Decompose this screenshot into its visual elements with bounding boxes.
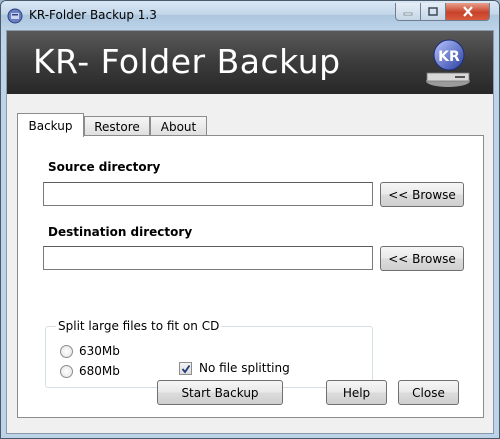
source-directory-label: Source directory — [48, 160, 161, 174]
close-window-button[interactable] — [445, 3, 490, 21]
minimize-icon — [403, 12, 413, 15]
disk-logo-icon: KR — [426, 39, 470, 87]
source-directory-input[interactable] — [43, 182, 373, 206]
tab-backup-label: Backup — [28, 118, 73, 133]
no-file-splitting-checkbox[interactable] — [179, 362, 192, 375]
tab-restore-label: Restore — [94, 119, 140, 134]
header-banner: KR- Folder Backup KR — [7, 31, 493, 94]
maximize-button[interactable] — [420, 3, 446, 21]
checkmark-icon — [181, 364, 190, 373]
source-browse-button[interactable]: << Browse — [380, 182, 464, 207]
backup-tab-page: Source directory << Browse Destination d… — [17, 135, 484, 418]
maximize-icon — [428, 7, 438, 16]
close-button[interactable]: Close — [398, 380, 459, 405]
tab-backup[interactable]: Backup — [17, 113, 84, 137]
window-title: KR-Folder Backup 1.3 — [29, 8, 157, 22]
split-group-title: Split large files to fit on CD — [56, 319, 222, 333]
client-area: KR- Folder Backup KR Backup Restore Abou… — [6, 30, 494, 434]
help-button[interactable]: Help — [326, 380, 387, 405]
app-window: KR-Folder Backup 1.3 KR- Folder Backup K… — [0, 0, 500, 439]
destination-browse-button[interactable]: << Browse — [380, 246, 464, 271]
minimize-button[interactable] — [395, 3, 421, 21]
destination-directory-label: Destination directory — [48, 225, 193, 239]
radio-680mb[interactable] — [60, 365, 73, 378]
tab-about[interactable]: About — [150, 116, 207, 136]
destination-directory-input[interactable] — [43, 246, 373, 270]
radio-630mb[interactable] — [60, 345, 73, 358]
close-icon — [462, 6, 473, 17]
split-files-group: Split large files to fit on CD 630Mb 680… — [45, 319, 373, 388]
no-file-splitting-label: No file splitting — [199, 361, 290, 375]
tab-about-label: About — [160, 119, 197, 134]
app-icon — [7, 8, 23, 24]
start-backup-button[interactable]: Start Backup — [157, 380, 283, 405]
logo-text: KR — [438, 49, 460, 65]
radio-630mb-label: 630Mb — [79, 344, 120, 358]
banner-title: KR- Folder Backup — [33, 42, 341, 81]
tab-restore[interactable]: Restore — [84, 116, 150, 136]
title-bar[interactable]: KR-Folder Backup 1.3 — [1, 1, 499, 30]
radio-680mb-label: 680Mb — [79, 364, 120, 378]
